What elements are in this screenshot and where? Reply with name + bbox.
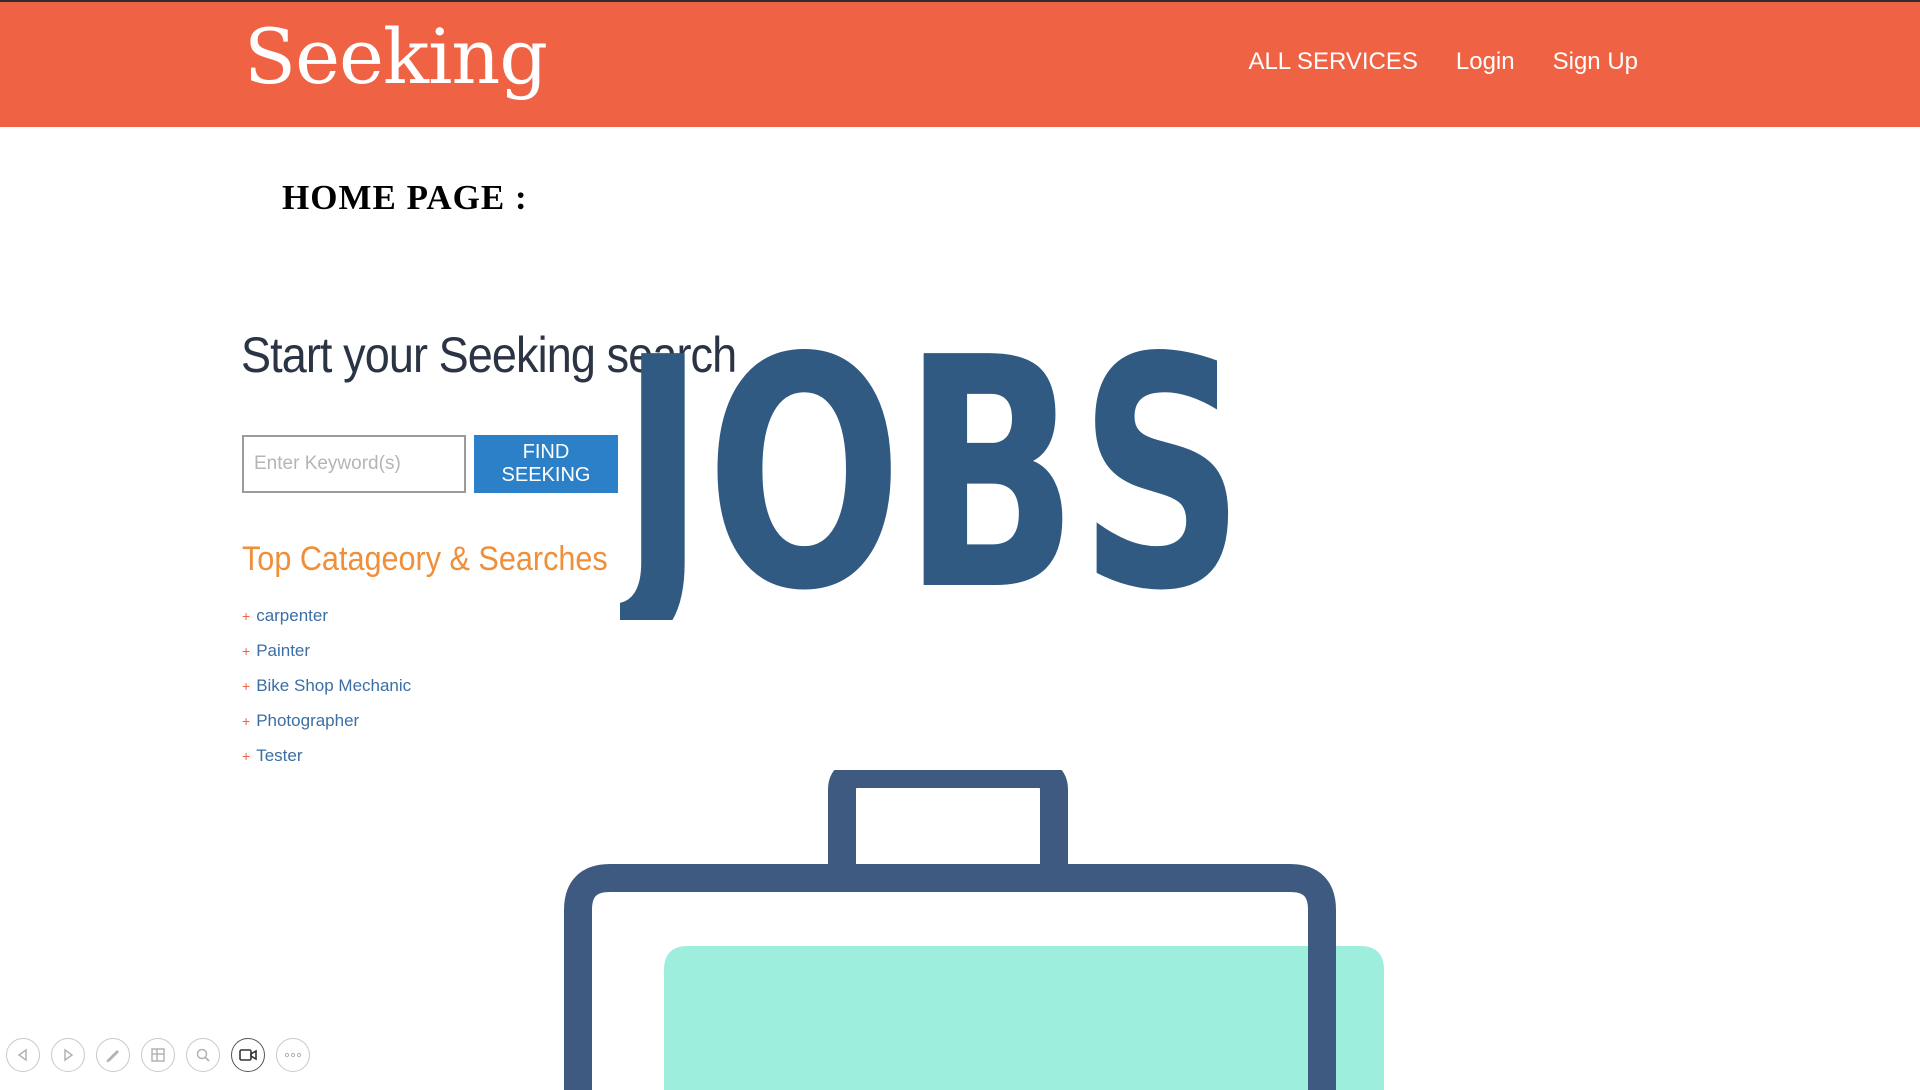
- zoom-icon[interactable]: [186, 1038, 220, 1072]
- nav-link-all-services[interactable]: ALL SERVICES: [1248, 48, 1417, 76]
- category-item-label: Bike Shop Mechanic: [256, 676, 412, 695]
- categories-heading: Top Catageory & Searches: [242, 540, 608, 578]
- briefcase-fill: [664, 946, 1384, 1090]
- category-item-label: Photographer: [256, 711, 360, 730]
- bullet-icon: +: [242, 608, 251, 624]
- bullet-icon: +: [242, 643, 251, 659]
- nav-link-login[interactable]: Login: [1456, 48, 1515, 76]
- pen-icon[interactable]: [96, 1038, 130, 1072]
- category-item-painter[interactable]: + Painter: [242, 641, 411, 676]
- category-item-label: Painter: [256, 641, 311, 660]
- bullet-icon: +: [242, 678, 251, 694]
- page-heading: HOME PAGE :: [282, 178, 528, 217]
- navbar: Seeking ALL SERVICES Login Sign Up: [0, 0, 1920, 127]
- bullet-icon: +: [242, 748, 251, 764]
- category-list: + carpenter + Painter + Bike Shop Mechanic …: [242, 606, 411, 781]
- presentation-toolbar: [6, 1038, 310, 1072]
- nav-links: ALL SERVICES Login Sign Up: [1248, 48, 1638, 76]
- category-item-tester[interactable]: + Tester: [242, 746, 411, 781]
- category-item-label: carpenter: [256, 606, 329, 625]
- video-camera-icon[interactable]: [231, 1038, 265, 1072]
- category-item-bike-shop-mechanic[interactable]: + Bike Shop Mechanic: [242, 676, 411, 711]
- jobs-graphic: JOBS: [620, 290, 1245, 620]
- jobs-graphic-text: JOBS: [620, 290, 1245, 620]
- find-seeking-button[interactable]: FIND SEEKING: [474, 435, 618, 493]
- category-item-photographer[interactable]: + Photographer: [242, 711, 411, 746]
- next-icon[interactable]: [51, 1038, 85, 1072]
- search-input[interactable]: [242, 435, 466, 493]
- category-item-carpenter[interactable]: + carpenter: [242, 606, 411, 641]
- nav-link-sign-up[interactable]: Sign Up: [1553, 48, 1638, 76]
- previous-icon[interactable]: [6, 1038, 40, 1072]
- more-icon[interactable]: [276, 1038, 310, 1072]
- briefcase-icon: [564, 770, 1384, 1090]
- logo[interactable]: Seeking: [244, 12, 548, 101]
- grid-icon[interactable]: [141, 1038, 175, 1072]
- bullet-icon: +: [242, 713, 251, 729]
- category-item-label: Tester: [256, 746, 303, 765]
